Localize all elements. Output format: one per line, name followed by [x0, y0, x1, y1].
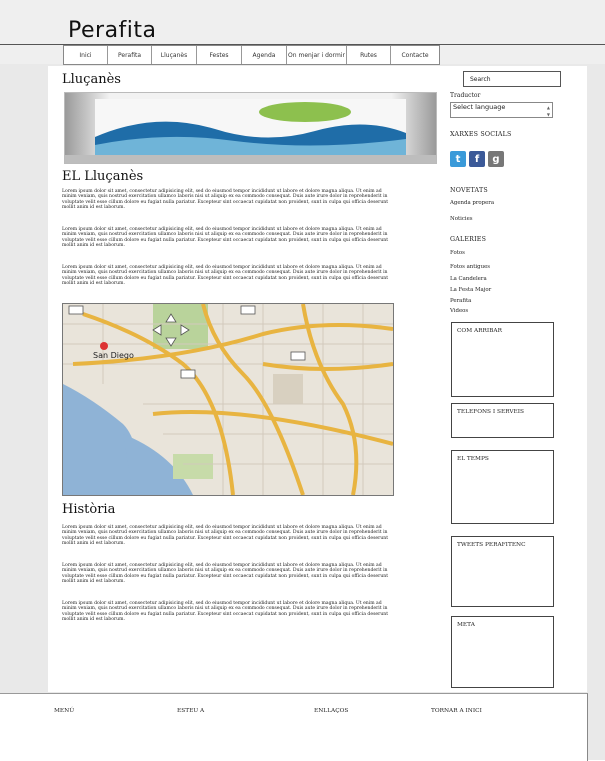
map-graphic: San Diego [63, 304, 393, 495]
map-city-label: San Diego [93, 351, 134, 360]
news-item-agenda[interactable]: Agenda propera [450, 200, 494, 206]
select-arrows-icon: ▲ ▼ [546, 105, 550, 117]
nav-item-agenda[interactable]: Agenda [242, 46, 287, 64]
page-title: Lluçanès [62, 72, 121, 87]
news-item-noticies[interactable]: Noticies [450, 216, 473, 222]
map-embed[interactable]: San Diego [62, 303, 394, 496]
gallery-item-candelera[interactable]: La Candelera [450, 276, 487, 282]
map-route-badge [240, 305, 256, 315]
facebook-icon[interactable]: f [469, 151, 485, 167]
nav-item-on-menjar[interactable]: On menjar i dormir [287, 46, 347, 64]
site-title[interactable]: Perafita [68, 18, 157, 43]
social-title: XARXES SOCIALS [450, 131, 512, 138]
google-plus-icon[interactable]: g [488, 151, 504, 167]
widget-meta: META [451, 616, 554, 688]
widget-title: META [457, 622, 475, 628]
translator-label: Traductor [450, 92, 481, 99]
nav-item-rutes[interactable]: Rutes [347, 46, 391, 64]
section-title-llucanes: EL Lluçanès [62, 169, 144, 184]
widget-com-arribar: COM ARRIBAR [451, 322, 554, 397]
footer-link-enllacos[interactable]: ENLLAÇOS [314, 708, 348, 714]
paragraph: Lorem ipsum dolor sit amet, consectetur … [62, 189, 389, 211]
language-select[interactable]: Select language ▲ ▼ [450, 102, 553, 118]
twitter-icon[interactable]: t [450, 151, 466, 167]
nav-item-llucanes[interactable]: Lluçanès [152, 46, 197, 64]
nav-item-contacte[interactable]: Contacte [391, 46, 439, 64]
site-header: Perafita Inici Perafita Lluçanès Festes … [0, 0, 605, 65]
footer-link-tornar-inici[interactable]: TORNAR A INICI [431, 708, 482, 714]
main-nav: Inici Perafita Lluçanès Festes Agenda On… [63, 45, 440, 65]
paragraph: Lorem ipsum dolor sit amet, consectetur … [62, 563, 389, 585]
gallery-item-fotos-antigues[interactable]: Fotos antigues [450, 264, 490, 270]
widget-title: TELEFONS I SERVEIS [457, 409, 525, 415]
paragraph: Lorem ipsum dolor sit amet, consectetur … [62, 265, 389, 287]
widget-telefons: TELEFONS I SERVEIS [451, 403, 554, 438]
footer-link-menu[interactable]: MENÚ [54, 708, 74, 714]
widget-title: TWEETS PERAFITENC [457, 542, 526, 548]
galleries-title: GALERIES [450, 236, 487, 243]
nav-item-perafita[interactable]: Perafita [108, 46, 152, 64]
widget-el-temps: EL TEMPS [451, 450, 554, 524]
section-title-historia: Història [62, 502, 116, 517]
widget-title: EL TEMPS [457, 456, 489, 462]
gallery-item-perafita[interactable]: Perafita [450, 298, 471, 304]
paragraph: Lorem ipsum dolor sit amet, consectetur … [62, 227, 389, 249]
banner-image [64, 92, 437, 164]
map-route-badge [290, 351, 306, 361]
language-select-value: Select language [453, 103, 506, 111]
gallery-item-videos[interactable]: Videos [450, 308, 468, 314]
paragraph: Lorem ipsum dolor sit amet, consectetur … [62, 525, 389, 547]
gallery-item-festa-major[interactable]: La Festa Major [450, 287, 491, 293]
search-input[interactable]: Search [463, 71, 561, 87]
widget-title: COM ARRIBAR [457, 328, 502, 334]
paragraph: Lorem ipsum dolor sit amet, consectetur … [62, 601, 389, 623]
widget-tweets: TWEETS PERAFITENC [451, 536, 554, 607]
nav-item-festes[interactable]: Festes [197, 46, 242, 64]
banner-illustration [65, 93, 436, 163]
map-pin-icon [100, 342, 108, 350]
nav-item-inici[interactable]: Inici [64, 46, 108, 64]
gallery-item-fotos[interactable]: Fotos [450, 250, 465, 256]
map-route-badge [68, 305, 84, 315]
site-footer [0, 693, 588, 761]
map-route-badge [180, 369, 196, 379]
footer-link-esteu-a[interactable]: ESTEU A [177, 708, 204, 714]
news-title: NOVETATS [450, 187, 488, 194]
